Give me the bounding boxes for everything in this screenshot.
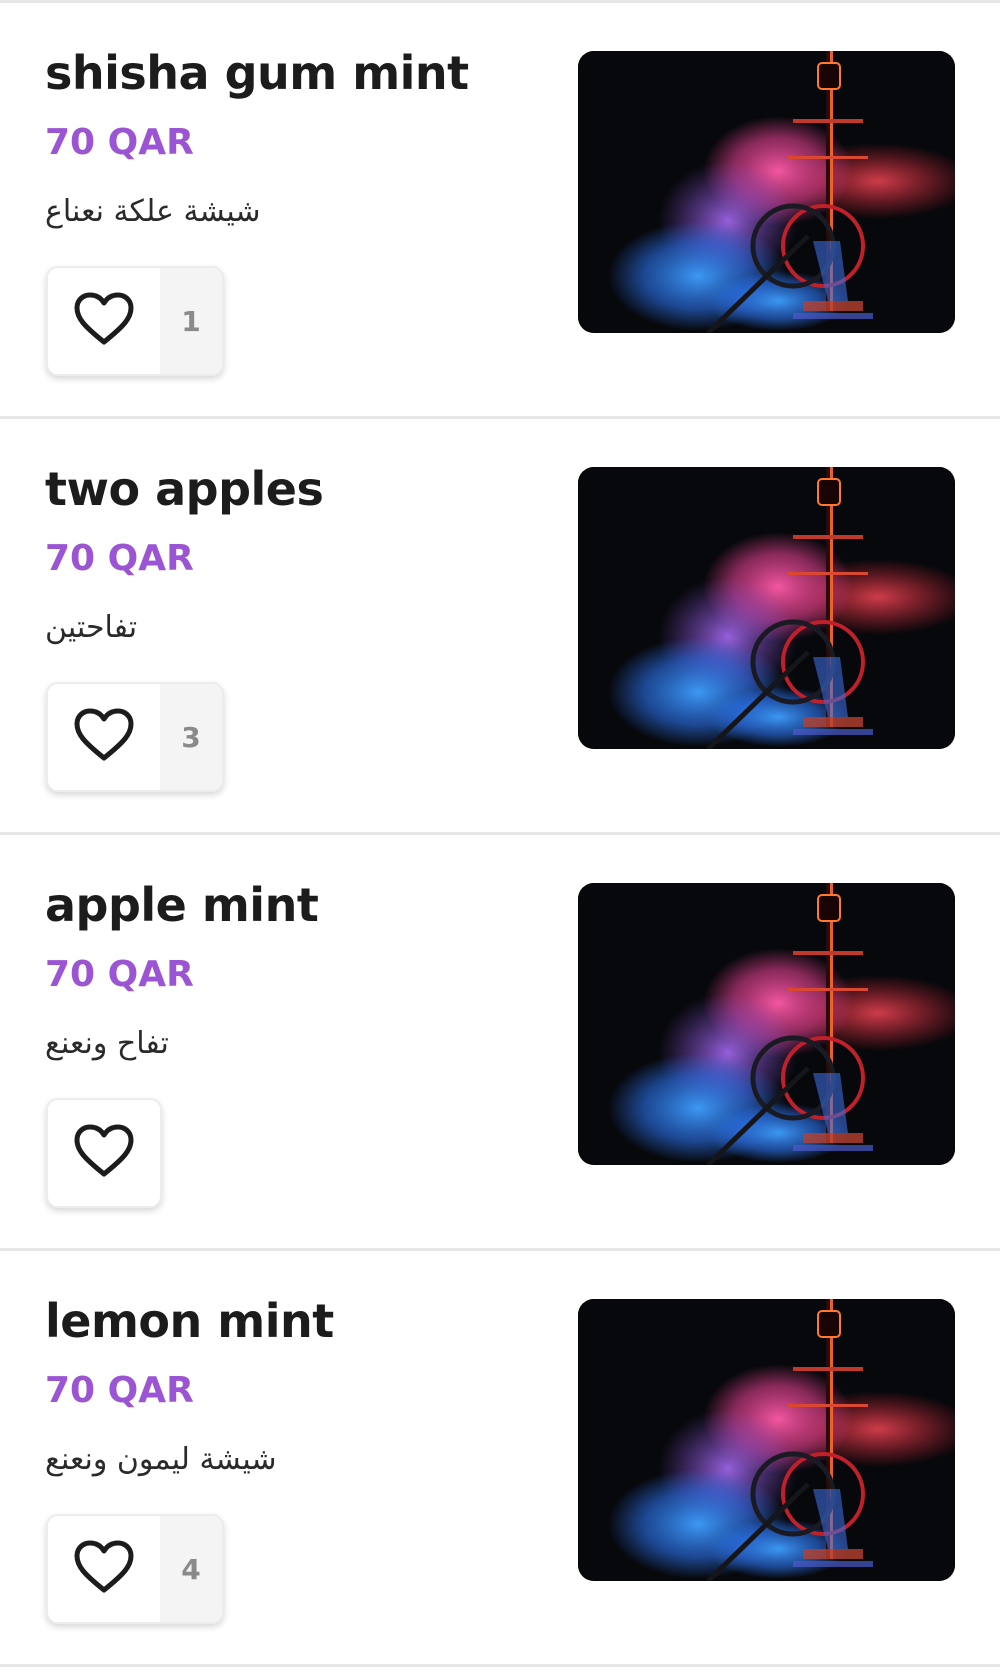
item-name: lemon mint [45, 1294, 334, 1348]
like-button[interactable] [48, 684, 160, 790]
shisha-hookah-smoke-image[interactable] [578, 883, 955, 1165]
like-button[interactable] [48, 1516, 160, 1622]
like-widget: 4 [46, 1514, 224, 1624]
menu-item[interactable]: shisha gum mint 70 QAR شيشة علكة نعناع 1 [0, 3, 1000, 416]
heart-icon [74, 292, 134, 350]
item-price: 70 QAR [45, 538, 194, 579]
shisha-hookah-smoke-image[interactable] [578, 467, 955, 749]
like-count: 1 [160, 268, 222, 374]
shisha-hookah-smoke-image[interactable] [578, 51, 955, 333]
like-button[interactable] [48, 268, 160, 374]
like-button[interactable] [48, 1100, 160, 1206]
heart-icon [74, 708, 134, 766]
item-description: شيشة ليمون ونعنع [45, 1442, 277, 1477]
menu-item[interactable]: lemon mint 70 QAR شيشة ليمون ونعنع 4 [0, 1251, 1000, 1664]
item-price: 70 QAR [45, 122, 194, 163]
shisha-hookah-smoke-image[interactable] [578, 1299, 955, 1581]
heart-icon [74, 1124, 134, 1182]
item-price: 70 QAR [45, 1370, 194, 1411]
menu-item[interactable]: apple mint 70 QAR تفاح ونعنع [0, 835, 1000, 1248]
like-count: 4 [160, 1516, 222, 1622]
like-count: 3 [160, 684, 222, 790]
menu-item[interactable]: two apples 70 QAR تفاحتين 3 [0, 419, 1000, 832]
like-widget [46, 1098, 162, 1208]
divider-bottom [0, 1664, 1000, 1667]
heart-icon [74, 1540, 134, 1598]
item-price: 70 QAR [45, 954, 194, 995]
item-name: two apples [45, 462, 324, 516]
like-widget: 1 [46, 266, 224, 376]
item-name: apple mint [45, 878, 319, 932]
item-description: شيشة علكة نعناع [45, 194, 261, 229]
item-description: تفاح ونعنع [45, 1026, 169, 1061]
item-name: shisha gum mint [45, 46, 469, 100]
like-widget: 3 [46, 682, 224, 792]
item-description: تفاحتين [45, 610, 138, 645]
